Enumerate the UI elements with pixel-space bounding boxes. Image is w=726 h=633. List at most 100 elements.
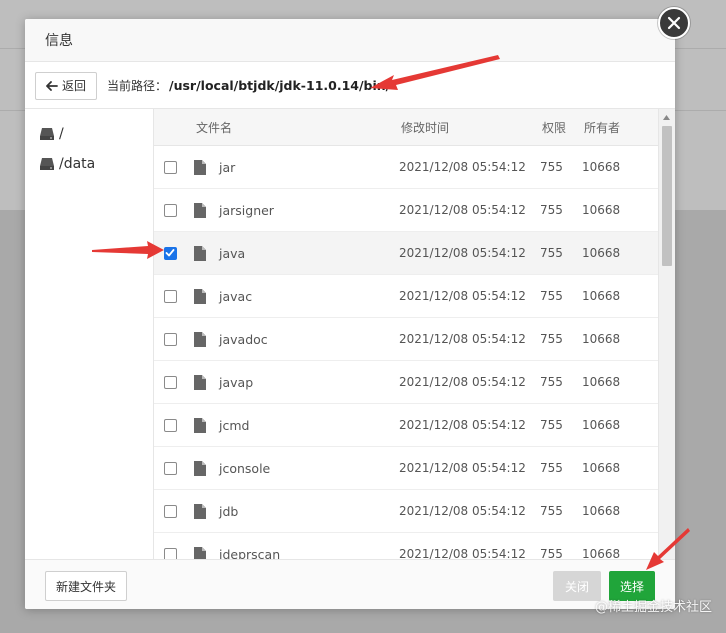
file-list-panel: 文件名 修改时间 权限 所有者 jar 2021/12/08 05:54:12 75… xyxy=(154,109,675,559)
file-modified: 2021/12/08 05:54:12 xyxy=(399,160,526,174)
row-checkbox[interactable] xyxy=(163,332,177,346)
file-icon xyxy=(186,331,214,347)
file-list-scrollbar[interactable] xyxy=(658,109,675,559)
table-row[interactable]: jdb 2021/12/08 05:54:12 755 10668 xyxy=(154,490,675,533)
table-row[interactable]: jar 2021/12/08 05:54:12 755 10668 xyxy=(154,146,675,189)
back-button[interactable]: 返回 xyxy=(35,71,98,100)
check-icon xyxy=(165,249,175,257)
dialog-close-button[interactable] xyxy=(658,7,690,39)
file-name: jcmd xyxy=(219,417,250,433)
file-owner: 10668 xyxy=(582,375,621,389)
file-permission: 755 xyxy=(540,547,563,559)
table-row[interactable]: jcmd 2021/12/08 05:54:12 755 10668 xyxy=(154,404,675,447)
file-owner: 10668 xyxy=(582,246,621,260)
file-modified: 2021/12/08 05:54:12 xyxy=(399,203,526,217)
table-row[interactable]: jdeprscan 2021/12/08 05:54:12 755 10668 xyxy=(154,533,675,559)
file-permission: 755 xyxy=(540,461,563,475)
row-checkbox-cell xyxy=(154,504,186,518)
file-icon xyxy=(186,202,214,218)
row-checkbox[interactable] xyxy=(163,246,177,260)
table-row[interactable]: javadoc 2021/12/08 05:54:12 755 10668 xyxy=(154,318,675,361)
file-name: jdb xyxy=(219,503,239,519)
row-checkbox-cell xyxy=(154,418,186,432)
row-checkbox[interactable] xyxy=(163,504,177,518)
file-icon xyxy=(186,417,214,433)
file-permission: 755 xyxy=(540,160,563,174)
file-permission: 755 xyxy=(540,246,563,260)
file-name: java xyxy=(219,245,246,261)
row-checkbox[interactable] xyxy=(163,160,177,174)
header-name[interactable]: 文件名 xyxy=(186,119,401,136)
scrollbar-thumb[interactable] xyxy=(662,126,672,266)
file-rows: jar 2021/12/08 05:54:12 755 10668 jarsigner 2… xyxy=(154,146,675,559)
drive-icon xyxy=(40,158,54,170)
file-owner: 10668 xyxy=(582,547,621,559)
file-name: javadoc xyxy=(219,331,268,347)
table-row[interactable]: javac 2021/12/08 05:54:12 755 10668 xyxy=(154,275,675,318)
file-modified: 2021/12/08 05:54:12 xyxy=(399,375,526,389)
file-permission: 755 xyxy=(540,418,563,432)
table-row[interactable]: java 2021/12/08 05:54:12 755 10668 xyxy=(154,232,675,275)
file-owner: 10668 xyxy=(582,160,621,174)
back-arrow-icon xyxy=(46,80,58,91)
file-name: jar xyxy=(219,159,236,175)
row-checkbox-cell xyxy=(154,160,186,174)
row-checkbox[interactable] xyxy=(163,547,177,559)
table-row[interactable]: javap 2021/12/08 05:54:12 755 10668 xyxy=(154,361,675,404)
path-bar: 返回 当前路径： /usr/local/btjdk/jdk-11.0.14/bi… xyxy=(25,63,675,109)
row-checkbox[interactable] xyxy=(163,418,177,432)
dialog-title: 信息 xyxy=(45,33,73,49)
table-row[interactable]: jconsole 2021/12/08 05:54:12 755 10668 xyxy=(154,447,675,490)
header-permission[interactable]: 权限 xyxy=(542,119,584,136)
header-modified[interactable]: 修改时间 xyxy=(401,119,542,136)
row-checkbox[interactable] xyxy=(163,375,177,389)
file-owner: 10668 xyxy=(582,332,621,346)
file-owner: 10668 xyxy=(582,203,621,217)
file-icon xyxy=(186,546,214,559)
file-name: javap xyxy=(219,374,254,390)
current-path-value: /usr/local/btjdk/jdk-11.0.14/bin/ xyxy=(169,78,391,93)
file-modified: 2021/12/08 05:54:12 xyxy=(399,547,526,559)
dialog-footer: 新建文件夹 关闭 选择 xyxy=(25,559,675,609)
sidebar-item-data[interactable]: /data xyxy=(25,149,153,179)
file-icon xyxy=(186,374,214,390)
file-name: jarsigner xyxy=(219,202,274,218)
new-folder-button[interactable]: 新建文件夹 xyxy=(45,571,128,601)
close-button[interactable]: 关闭 xyxy=(553,571,601,601)
file-modified: 2021/12/08 05:54:12 xyxy=(399,246,526,260)
file-icon xyxy=(186,159,214,175)
dialog-header: 信息 xyxy=(25,19,675,62)
row-checkbox-cell xyxy=(154,246,186,260)
file-icon xyxy=(186,245,214,261)
close-icon xyxy=(667,16,681,30)
file-modified: 2021/12/08 05:54:12 xyxy=(399,289,526,303)
file-modified: 2021/12/08 05:54:12 xyxy=(399,332,526,346)
file-permission: 755 xyxy=(540,375,563,389)
table-header: 文件名 修改时间 权限 所有者 xyxy=(154,109,675,146)
row-checkbox-cell xyxy=(154,289,186,303)
file-icon xyxy=(186,460,214,476)
file-permission: 755 xyxy=(540,504,563,518)
file-modified: 2021/12/08 05:54:12 xyxy=(399,418,526,432)
file-permission: 755 xyxy=(540,203,563,217)
row-checkbox[interactable] xyxy=(163,461,177,475)
row-checkbox-cell xyxy=(154,547,186,559)
file-icon xyxy=(186,503,214,519)
row-checkbox[interactable] xyxy=(163,289,177,303)
row-checkbox-cell xyxy=(154,375,186,389)
file-select-dialog: 信息 返回 当前路径： /usr/local/btjdk/jdk-11.0.14… xyxy=(25,19,675,609)
file-icon xyxy=(186,288,214,304)
scroll-up-icon[interactable] xyxy=(658,109,675,125)
file-modified: 2021/12/08 05:54:12 xyxy=(399,461,526,475)
sidebar-item-root[interactable]: / xyxy=(25,119,153,149)
table-row[interactable]: jarsigner 2021/12/08 05:54:12 755 10668 xyxy=(154,189,675,232)
header-owner[interactable]: 所有者 xyxy=(584,119,644,136)
row-checkbox-cell xyxy=(154,461,186,475)
file-permission: 755 xyxy=(540,289,563,303)
current-path-label: 当前路径： xyxy=(107,79,168,93)
watermark: @稀土掘金技术社区 xyxy=(594,600,712,615)
row-checkbox-cell xyxy=(154,332,186,346)
row-checkbox[interactable] xyxy=(163,203,177,217)
file-name: javac xyxy=(219,288,253,304)
drive-icon xyxy=(40,128,54,140)
